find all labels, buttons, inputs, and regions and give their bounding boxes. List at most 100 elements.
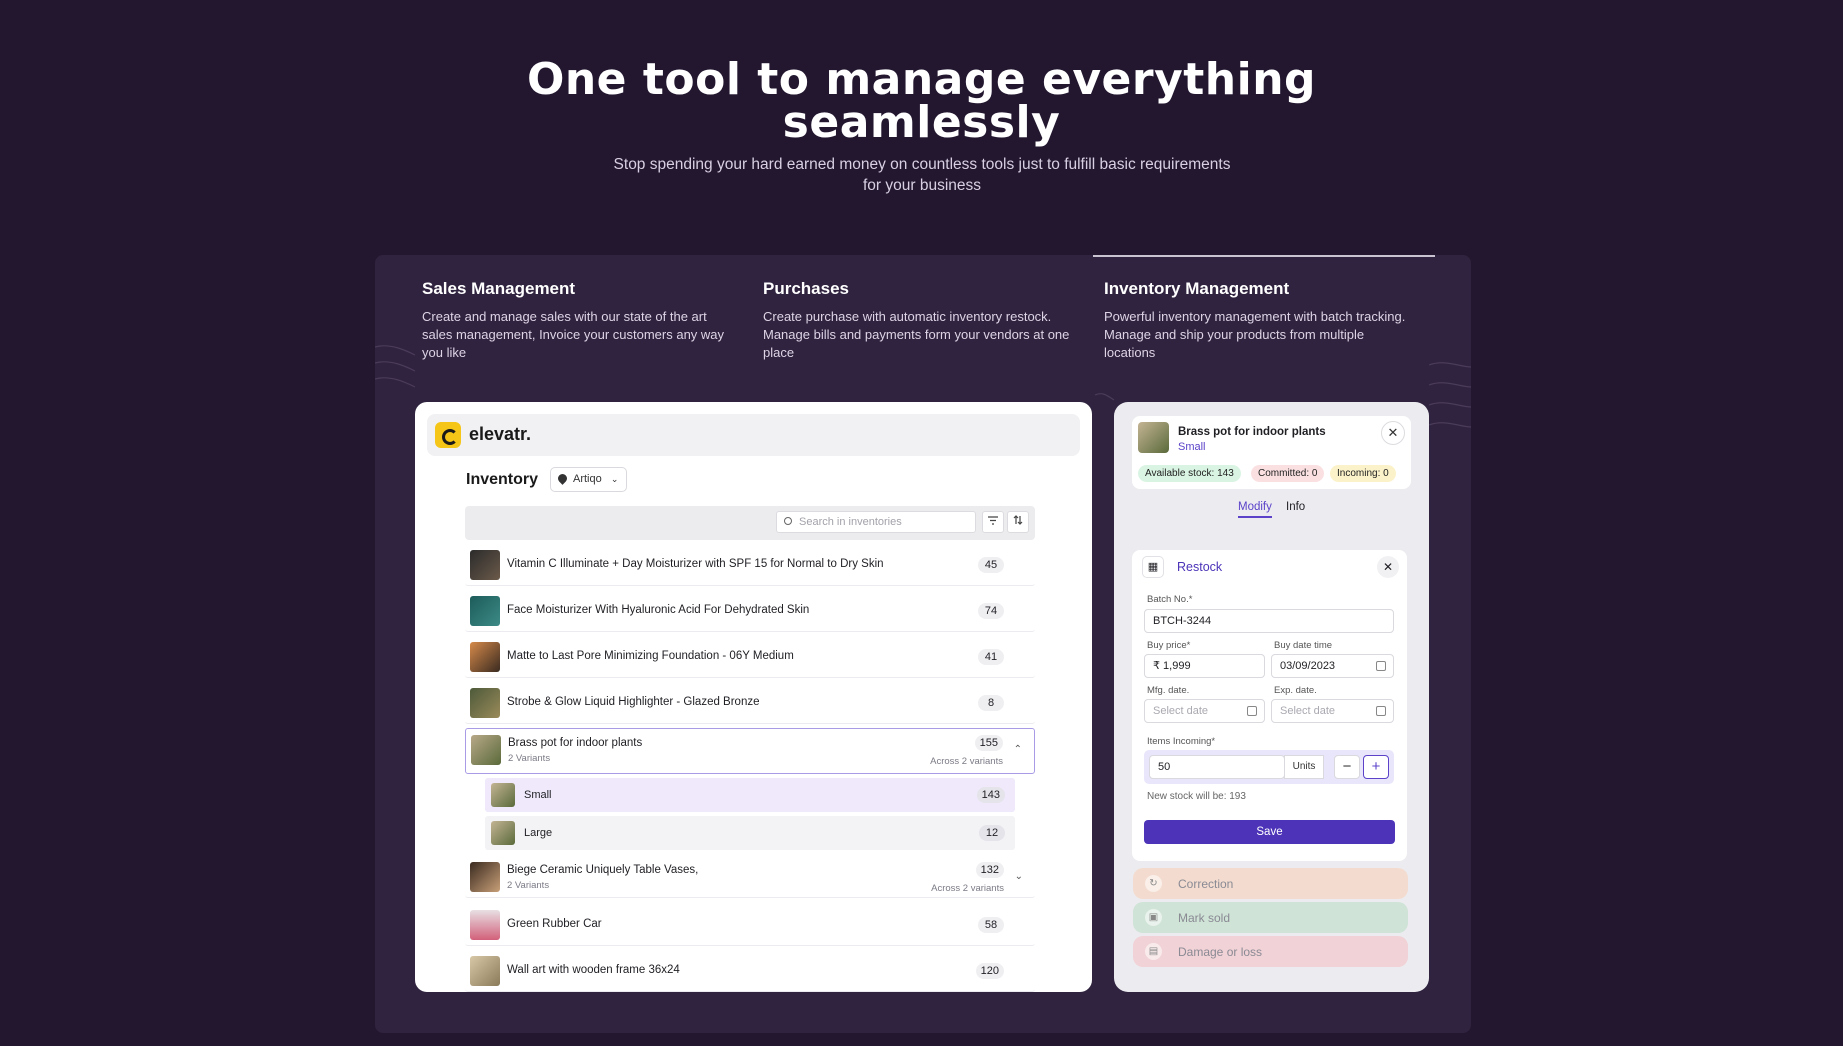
chevron-up-icon[interactable]: ⌃ [1014, 744, 1022, 755]
active-feature-indicator [1093, 255, 1435, 257]
features-section: Sales Management Create and manage sales… [375, 255, 1471, 1033]
variant-count: 2 Variants [508, 753, 551, 764]
stock-badge: 41 [978, 649, 1004, 665]
tab-info[interactable]: Info [1286, 501, 1305, 513]
incoming-badge: Incoming: 0 [1330, 465, 1396, 482]
sort-button[interactable] [1007, 511, 1029, 533]
feature-description: Create and manage sales with our state o… [422, 309, 725, 360]
search-icon [784, 517, 792, 525]
buy-date-value: 03/09/2023 [1280, 660, 1336, 672]
feature-sales[interactable]: Sales Management Create and manage sales… [422, 279, 732, 362]
hero-title: One tool to manage everything seamlessly [0, 58, 1843, 145]
product-thumbnail [1138, 422, 1169, 453]
feature-inventory[interactable]: Inventory Management Powerful inventory … [1104, 279, 1414, 362]
buy-price-label: Buy price* [1147, 640, 1191, 651]
decrement-button[interactable]: − [1334, 755, 1360, 779]
search-input[interactable]: Search in inventories [776, 511, 976, 533]
product-thumbnail [471, 735, 501, 765]
product-name: Vitamin C Illuminate + Day Moisturizer w… [507, 558, 884, 570]
feature-title: Purchases [763, 279, 849, 298]
product-variant: Small [1178, 441, 1206, 453]
product-name: Strobe & Glow Liquid Highlighter - Glaze… [507, 696, 760, 708]
stock-badge: 8 [978, 695, 1004, 711]
committed-badge: Committed: 0 [1251, 465, 1325, 482]
damage-or-loss-label: Damage or loss [1178, 945, 1263, 959]
detail-tabs: Modify Info [1114, 494, 1429, 524]
tab-modify[interactable]: Modify [1238, 501, 1272, 518]
inventory-detail-panel: Brass pot for indoor plants Small ✕ Avai… [1114, 402, 1429, 992]
variant-name: Large [524, 827, 553, 839]
product-thumbnail [470, 596, 500, 626]
inventory-toolbar: Search in inventories [465, 506, 1035, 540]
inbox-icon: ▤ [1145, 943, 1162, 960]
product-thumbnail [470, 862, 500, 892]
mark-sold-label: Mark sold [1178, 911, 1231, 925]
inventory-row[interactable]: Strobe & Glow Liquid Highlighter - Glaze… [465, 682, 1035, 724]
product-name: Matte to Last Pore Minimizing Foundation… [507, 650, 794, 662]
batch-input[interactable]: BTCH-3244 [1144, 609, 1394, 633]
logo-icon [435, 422, 461, 448]
buy-date-input[interactable]: 03/09/2023 [1271, 654, 1394, 678]
page-title: Inventory [466, 471, 539, 488]
stock-badge: 120 [975, 963, 1004, 979]
increment-button[interactable]: + [1363, 755, 1389, 779]
buy-price-input[interactable]: ₹ 1,999 [1144, 654, 1265, 678]
filter-icon [988, 516, 998, 525]
available-stock-badge: Available stock: 143 [1138, 465, 1241, 482]
feature-title: Sales Management [422, 279, 576, 298]
variant-row-small[interactable]: Small 143 [485, 778, 1015, 812]
product-thumbnail [470, 910, 500, 940]
chevron-down-icon[interactable]: ⌄ [1015, 871, 1023, 882]
variant-thumbnail [491, 783, 515, 807]
variant-name: Small [524, 789, 552, 801]
across-variants-label: Across 2 variants [930, 756, 1003, 767]
mfg-date-placeholder: Select date [1153, 705, 1209, 717]
items-incoming-input[interactable]: 50 [1149, 755, 1285, 779]
items-incoming-group: 50 Units − + [1144, 750, 1394, 784]
chevron-down-icon: ⌄ [610, 474, 619, 484]
product-name: Brass pot for indoor plants [508, 737, 643, 749]
product-thumbnail [470, 688, 500, 718]
units-label: Units [1284, 755, 1324, 779]
batch-label: Batch No.* [1147, 594, 1193, 605]
feature-purchases[interactable]: Purchases Create purchase with automatic… [763, 279, 1073, 362]
inventory-row-expanded[interactable]: Brass pot for indoor plants 2 Variants 1… [465, 728, 1035, 774]
mfg-date-input[interactable]: Select date [1144, 699, 1265, 723]
mark-sold-button[interactable]: ▣ Mark sold [1133, 902, 1408, 933]
buy-date-label: Buy date time [1274, 640, 1333, 651]
inventory-card: elevatr. Inventory Artiqo ⌄ Search in in… [415, 402, 1092, 992]
box-icon: ▣ [1145, 909, 1162, 926]
stock-badge: 155 [974, 735, 1003, 751]
variant-row-large[interactable]: Large 12 [485, 816, 1015, 850]
calendar-icon [1247, 706, 1257, 716]
logo-text: elevatr. [469, 424, 532, 444]
variant-stock-badge: 12 [979, 825, 1005, 841]
items-incoming-label: Items Incoming* [1147, 736, 1216, 747]
close-icon[interactable]: ✕ [1381, 421, 1405, 445]
variant-count: 2 Variants [507, 880, 550, 891]
inventory-row[interactable]: Wall art with wooden frame 36x24 120 [465, 950, 1035, 992]
product-name: Face Moisturizer With Hyaluronic Acid Fo… [507, 604, 810, 616]
inventory-row[interactable]: Biege Ceramic Uniquely Table Vases, 2 Va… [465, 856, 1035, 898]
close-icon[interactable]: ✕ [1377, 556, 1399, 578]
product-name: Brass pot for indoor plants [1178, 426, 1326, 438]
calendar-icon [1376, 661, 1386, 671]
product-thumbnail [470, 642, 500, 672]
exp-date-placeholder: Select date [1280, 705, 1336, 717]
inventory-row[interactable]: Face Moisturizer With Hyaluronic Acid Fo… [465, 590, 1035, 632]
save-button[interactable]: Save [1144, 820, 1395, 844]
correction-button[interactable]: ↻ Correction [1133, 868, 1408, 899]
filter-button[interactable] [982, 511, 1004, 533]
inventory-row[interactable]: Matte to Last Pore Minimizing Foundation… [465, 636, 1035, 678]
location-select[interactable]: Artiqo ⌄ [550, 467, 628, 492]
hero-subtitle: Stop spending your hard earned money on … [613, 156, 1231, 194]
stock-badge: 45 [978, 557, 1004, 573]
exp-date-input[interactable]: Select date [1271, 699, 1394, 723]
restock-icon: ▦ [1142, 556, 1164, 578]
app-header: elevatr. [427, 414, 1080, 456]
calendar-icon [1376, 706, 1386, 716]
damage-or-loss-button[interactable]: ▤ Damage or loss [1133, 936, 1408, 967]
inventory-row[interactable]: Green Rubber Car 58 [465, 904, 1035, 946]
location-pin-icon [556, 472, 569, 485]
inventory-row[interactable]: Vitamin C Illuminate + Day Moisturizer w… [465, 544, 1035, 586]
